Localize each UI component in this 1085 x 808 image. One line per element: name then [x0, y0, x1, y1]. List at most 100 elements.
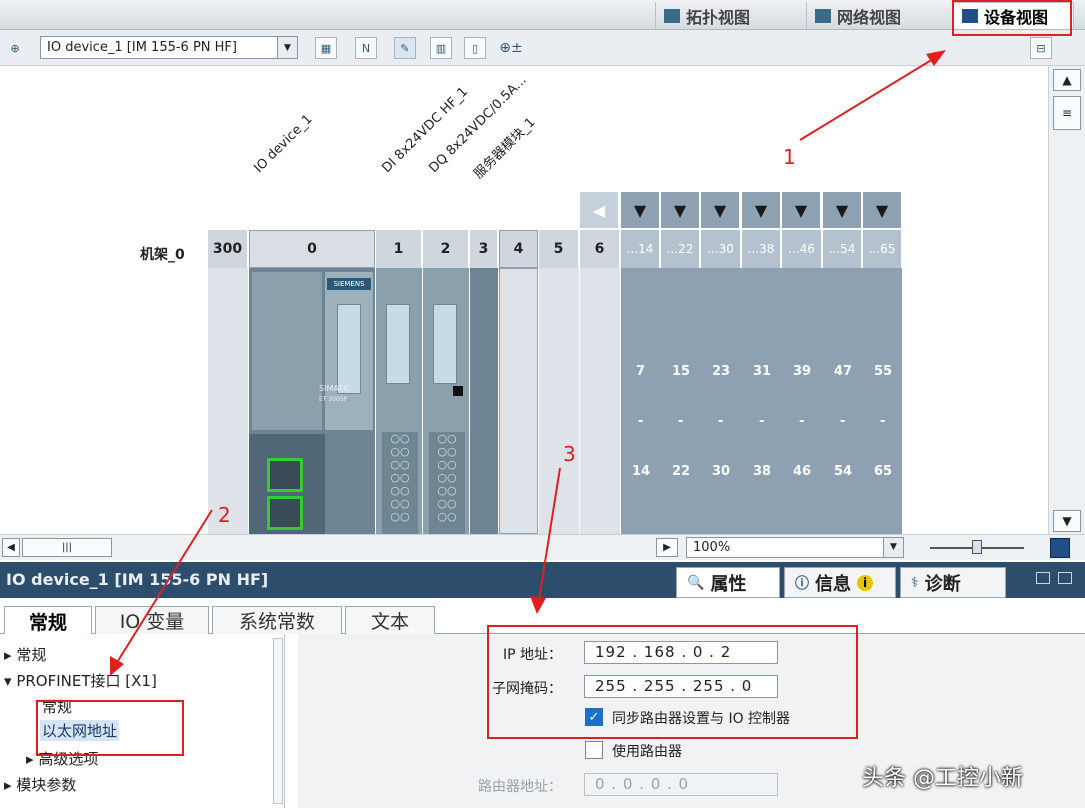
scroll-left-icon[interactable]: ◀: [580, 192, 618, 228]
tab-label: 诊断: [924, 573, 961, 595]
expand-icon[interactable]: ▸: [4, 646, 16, 664]
expand-arrow-icon[interactable]: ▼: [823, 192, 861, 228]
tab-info[interactable]: ⓘ 信息 i: [784, 567, 896, 598]
router-address-input: 0 . 0 . 0 . 0: [584, 773, 778, 796]
range-start: 31: [753, 364, 772, 379]
scroll-thumb[interactable]: |||: [22, 538, 112, 557]
et-text: ET 200SP: [319, 396, 348, 403]
range-end: 14: [632, 464, 651, 479]
collapse-icon[interactable]: ▾: [4, 672, 16, 690]
annotation-box: [952, 0, 1072, 36]
tree-label: 模块参数: [16, 776, 77, 794]
chevron-down-icon[interactable]: ▼: [883, 538, 903, 557]
range-separator: -: [880, 414, 886, 429]
expand-arrow-icon[interactable]: ▼: [782, 192, 820, 228]
annotation-number: 3: [563, 442, 576, 466]
overview-navigator-icon[interactable]: [1050, 538, 1070, 558]
range-separator: -: [799, 414, 805, 429]
range-start: 47: [834, 364, 853, 379]
range-separator: -: [759, 414, 765, 429]
pencil-icon[interactable]: ✎: [394, 37, 416, 59]
network-icon: [815, 8, 831, 23]
tree-label: 常规: [16, 646, 47, 664]
device-tree-icon[interactable]: ⊕: [4, 37, 26, 59]
scroll-up-icon[interactable]: ▲: [1053, 69, 1081, 91]
tab-system-constants[interactable]: 系统常数: [212, 606, 342, 634]
slot-header: ...38: [742, 230, 781, 268]
tab-properties[interactable]: 🔍 属性: [676, 567, 780, 598]
tab-label: 信息: [815, 573, 851, 595]
slot-column: [580, 268, 620, 534]
expand-arrow-icon[interactable]: ▼: [661, 192, 699, 228]
ethernet-port-icon[interactable]: [267, 458, 303, 492]
restore-icon[interactable]: [1036, 572, 1050, 584]
overview-icon[interactable]: ⊟: [1030, 37, 1052, 59]
toolbar: ⊕ IO device_1 [IM 155-6 PN HF] ▼ ▦ N ✎ ▥…: [0, 30, 1085, 66]
tree-item-module-params[interactable]: ▸ 模块参数: [4, 774, 76, 795]
di-module[interactable]: ○○ ○○ ○○ ○○ ○○ ○○ ○○: [376, 268, 422, 534]
scroll-left-icon[interactable]: ◀: [2, 538, 20, 557]
slot-header: 4: [499, 230, 538, 268]
tree-label: PROFINET接口 [X1]: [16, 672, 157, 690]
info-icon: ⓘ: [795, 575, 809, 592]
range-end: 46: [793, 464, 812, 479]
tab-general[interactable]: 常规: [4, 606, 92, 635]
slot-header: 2: [423, 230, 469, 268]
scroll-right-icon[interactable]: ▶: [656, 538, 678, 557]
extra-slots-column: [621, 268, 902, 534]
dq-module[interactable]: ○○ ○○ ○○ ○○ ○○ ○○ ○○: [423, 268, 469, 534]
range-end: 54: [834, 464, 853, 479]
label-strip: [386, 304, 410, 384]
horizontal-scrollbar[interactable]: ◀ ||| ▶ 100% ▼: [0, 534, 1085, 560]
expand-icon[interactable]: ▸: [4, 776, 16, 794]
scroll-down-icon[interactable]: ▼: [1053, 510, 1081, 532]
module-label-io-device: IO device_1: [251, 111, 316, 176]
expand-arrow-icon[interactable]: ▼: [621, 192, 659, 228]
slot-header: ...46: [782, 230, 822, 268]
grid-icon[interactable]: ▥: [430, 37, 452, 59]
zoom-value: 100%: [693, 540, 731, 555]
range-start: 7: [636, 364, 646, 379]
interface-module[interactable]: SIEMENS SIMATIC ET 200SP: [249, 268, 375, 534]
zoom-select[interactable]: 100% ▼: [686, 537, 904, 558]
vertical-scrollbar[interactable]: ▲ ≡ ▼: [1048, 66, 1085, 534]
scroll-thumb[interactable]: ≡: [1053, 96, 1081, 130]
zoom-slider-thumb[interactable]: [972, 540, 982, 554]
range-start: 15: [672, 364, 691, 379]
tab-diagnostics[interactable]: ⚕ 诊断: [900, 567, 1006, 598]
expand-arrow-icon[interactable]: ▼: [701, 192, 739, 228]
range-separator: -: [840, 414, 846, 429]
range-start: 55: [874, 364, 893, 379]
tab-io-tags[interactable]: IO 变量: [95, 606, 209, 634]
chevron-down-icon[interactable]: ▼: [277, 37, 297, 58]
tab-label: 属性: [710, 573, 747, 595]
label-strip: [337, 304, 361, 394]
tab-topology-view[interactable]: 拓扑视图: [655, 2, 803, 29]
slot-header: 300: [208, 230, 248, 268]
tab-texts[interactable]: 文本: [345, 606, 435, 634]
range-start: 39: [793, 364, 812, 379]
expand-arrow-icon[interactable]: ▼: [863, 192, 901, 228]
range-separator: -: [678, 414, 684, 429]
server-module[interactable]: [470, 268, 498, 534]
slot-header: ...14: [621, 230, 660, 268]
table-toggle-icon[interactable]: ▯: [464, 37, 486, 59]
tree-item-general[interactable]: ▸ 常规: [4, 644, 46, 665]
name-assign-icon[interactable]: N: [355, 37, 377, 59]
range-separator: -: [638, 414, 644, 429]
device-select[interactable]: IO device_1 [IM 155-6 PN HF] ▼: [40, 36, 298, 59]
rack-label: 机架_0: [140, 247, 185, 263]
ethernet-port-icon[interactable]: [267, 496, 303, 530]
range-end: 38: [753, 464, 772, 479]
tab-network-view[interactable]: 网络视图: [806, 2, 948, 29]
maximize-icon[interactable]: [1058, 572, 1072, 584]
simatic-text: SIMATIC: [319, 384, 352, 393]
use-router-checkbox[interactable]: [585, 741, 603, 759]
expand-arrow-icon[interactable]: ▼: [742, 192, 780, 228]
network-config-icon[interactable]: ▦: [315, 37, 337, 59]
zoom-icon[interactable]: ⊕±: [499, 37, 522, 59]
range-start: 23: [712, 364, 731, 379]
watermark: 头条 @工控小新: [862, 766, 1023, 791]
slot-column: [499, 268, 538, 534]
tree-item-profinet[interactable]: ▾ PROFINET接口 [X1]: [4, 670, 157, 691]
